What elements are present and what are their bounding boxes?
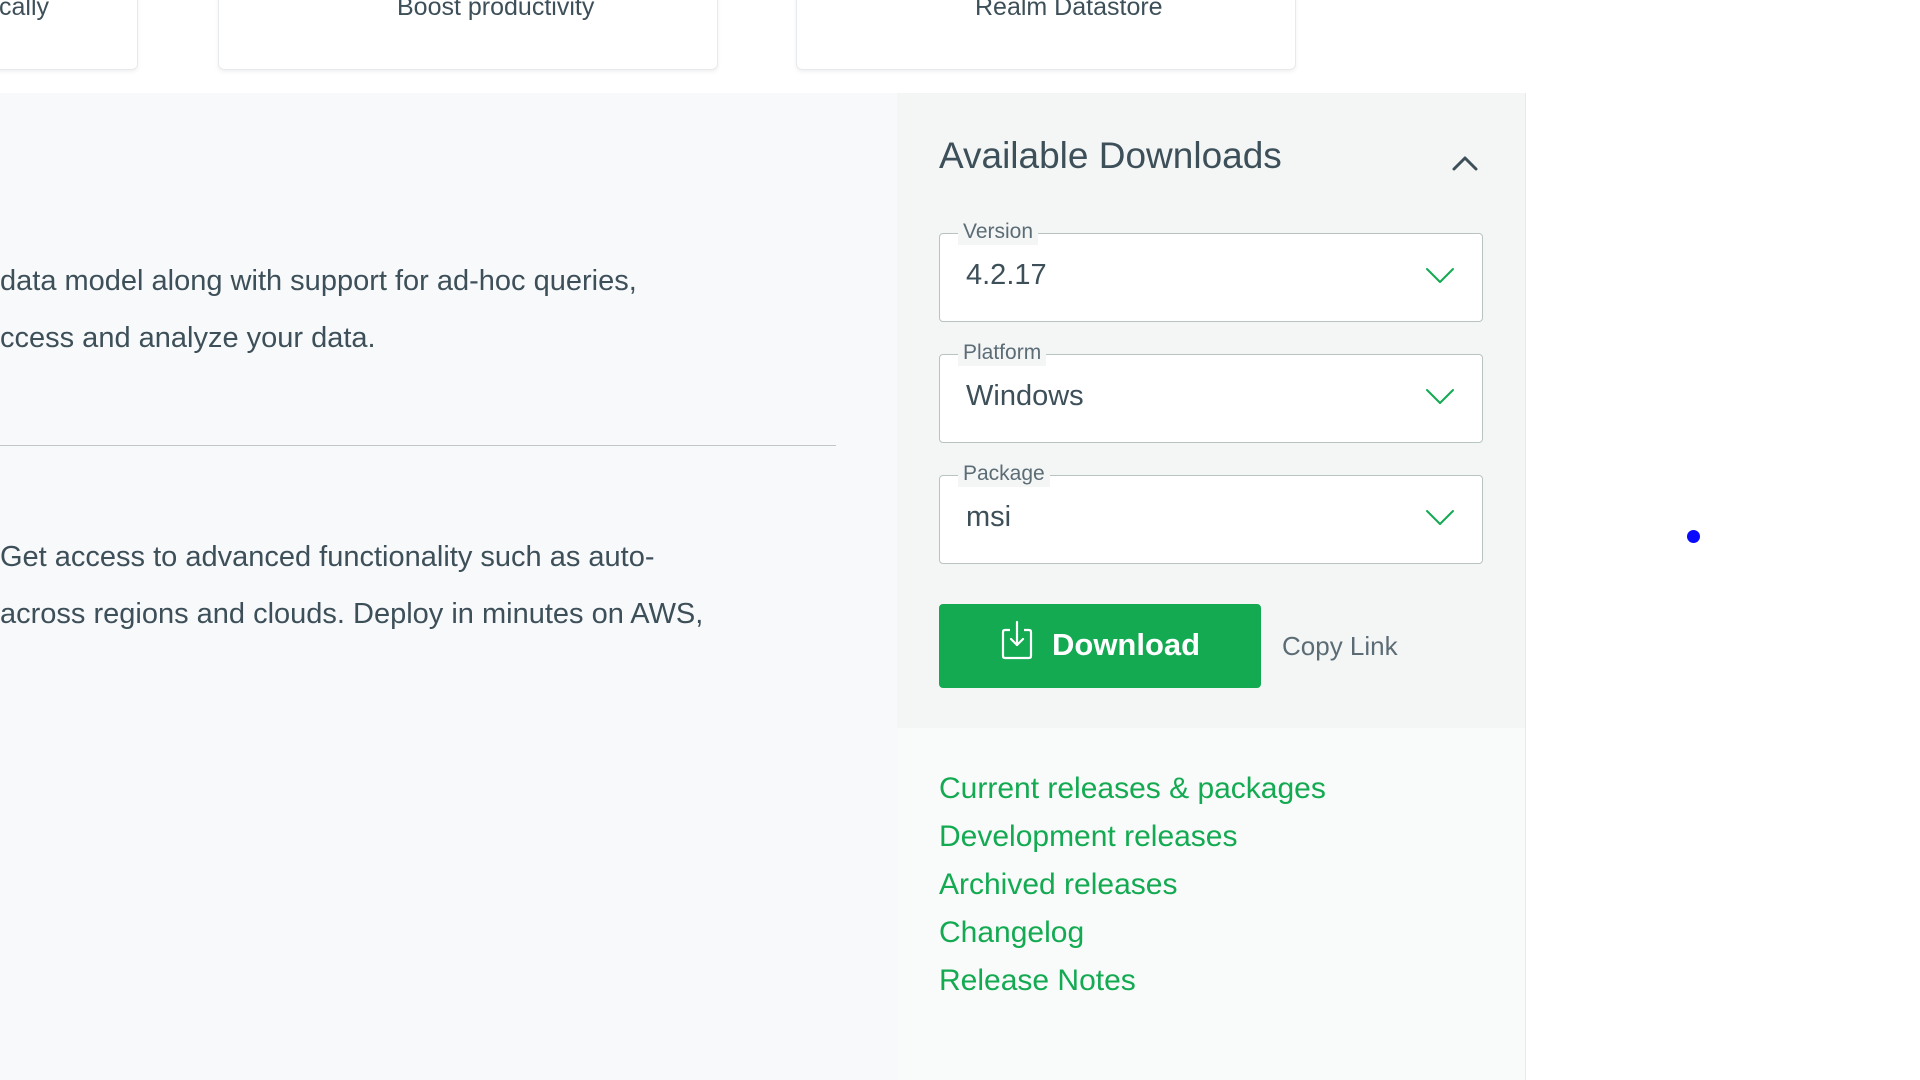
feature-card-title: Boost productivity <box>397 0 595 21</box>
collapse-button[interactable] <box>1447 145 1483 181</box>
package-label: Package <box>958 461 1050 487</box>
feature-card-title: cally <box>0 0 50 21</box>
downloads-panel: Available Downloads Version 4.2.17 Platf… <box>897 93 1526 1080</box>
version-value: 4.2.17 <box>966 259 1047 291</box>
feature-card[interactable]: Realm Datastore <box>796 0 1296 70</box>
copy-link-button[interactable]: Copy Link <box>1282 631 1398 662</box>
chevron-down-icon <box>1426 389 1454 404</box>
feature-card[interactable]: Boost productivity <box>218 0 718 70</box>
feature-card-title: Realm Datastore <box>975 0 1163 21</box>
description-paragraph: data model along with support for ad-hoc… <box>0 253 637 367</box>
description-line: Get access to advanced functionality suc… <box>0 541 655 573</box>
feature-card[interactable]: cally <box>0 0 138 70</box>
panel-title: Available Downloads <box>939 135 1282 176</box>
release-links: Current releases & packages Development … <box>939 765 1326 1005</box>
package-select[interactable]: Package msi <box>939 461 1483 564</box>
link-archived-releases[interactable]: Archived releases <box>939 861 1326 909</box>
description-line: across regions and clouds. Deploy in min… <box>0 598 704 630</box>
package-value: msi <box>966 501 1012 533</box>
version-select[interactable]: Version 4.2.17 <box>939 219 1483 322</box>
page: cally Boost productivity Realm Datastore… <box>0 0 1920 1080</box>
chevron-down-icon <box>1426 268 1454 283</box>
platform-label: Platform <box>958 340 1047 366</box>
link-current-releases[interactable]: Current releases & packages <box>939 765 1326 813</box>
main-content: data model along with support for ad-hoc… <box>0 93 898 1080</box>
download-button[interactable]: Download <box>939 604 1261 688</box>
description-line: data model along with support for ad-hoc… <box>0 265 637 297</box>
link-development-releases[interactable]: Development releases <box>939 813 1326 861</box>
link-changelog[interactable]: Changelog <box>939 909 1326 957</box>
description-line: ccess and analyze your data. <box>0 322 376 354</box>
platform-value: Windows <box>966 380 1084 412</box>
chevron-down-icon <box>1426 510 1454 525</box>
downloads-form: Available Downloads Version 4.2.17 Platf… <box>897 93 1525 728</box>
download-icon <box>1001 620 1033 660</box>
cursor-dot <box>1687 530 1700 543</box>
description-paragraph: Get access to advanced functionality suc… <box>0 529 703 643</box>
version-label: Version <box>958 219 1039 245</box>
section-divider <box>0 445 836 446</box>
link-release-notes[interactable]: Release Notes <box>939 957 1326 1005</box>
platform-select[interactable]: Platform Windows <box>939 340 1483 443</box>
download-button-label: Download <box>1052 627 1201 662</box>
chevron-up-icon <box>1452 156 1478 171</box>
